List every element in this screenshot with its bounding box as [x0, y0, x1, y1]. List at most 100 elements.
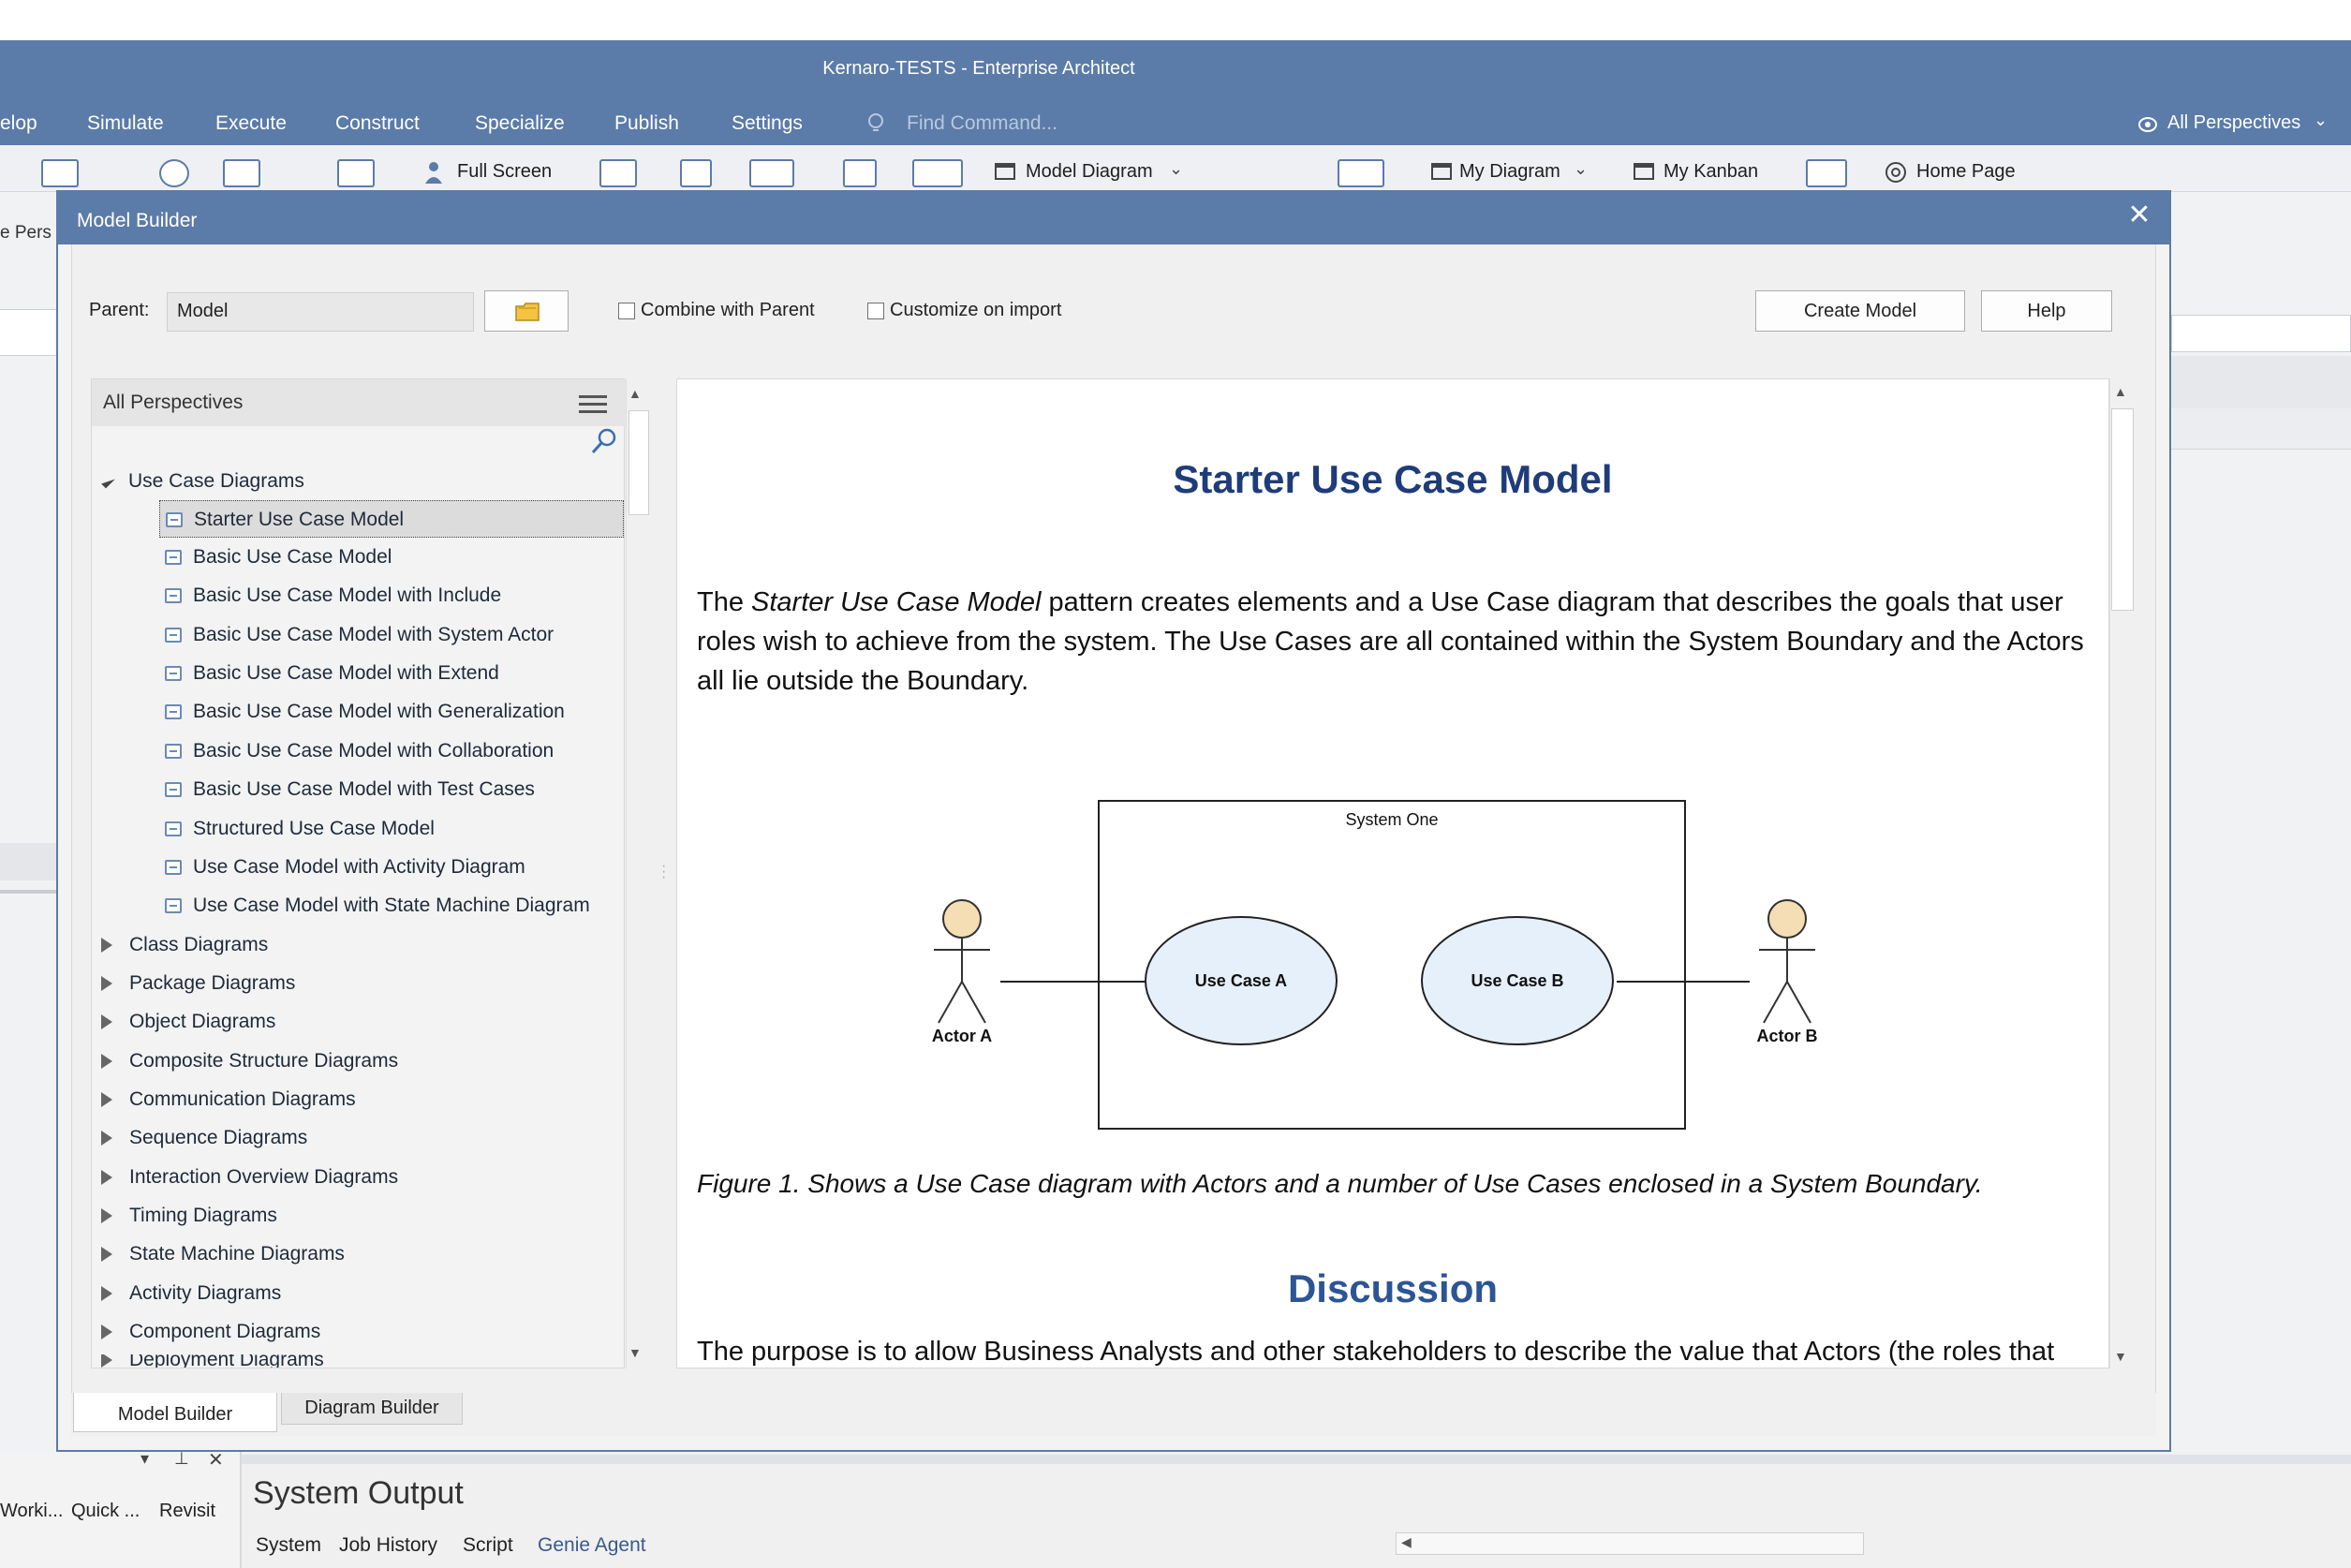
tree-item[interactable]: Basic Use Case Model	[165, 539, 392, 576]
view-icon[interactable]	[1806, 159, 1847, 187]
tree-item[interactable]: Basic Use Case Model with System Actor	[165, 616, 554, 654]
chevron-down-icon[interactable]: ▾	[140, 1449, 149, 1469]
parent-field[interactable]: Model	[167, 292, 474, 332]
window-icon[interactable]	[749, 159, 794, 187]
create-model-button[interactable]: Create Model	[1755, 290, 1965, 332]
tree-item[interactable]: Basic Use Case Model with Extend	[165, 655, 499, 692]
tree-group[interactable]: Deployment Diagrams	[92, 1354, 324, 1368]
frame-icon[interactable]	[912, 159, 963, 187]
collapse-arrow-icon[interactable]	[101, 976, 112, 992]
tree-item[interactable]: Basic Use Case Model with Collaboration	[165, 732, 554, 770]
tab-revisit[interactable]: Revisit	[159, 1501, 215, 1522]
collapse-arrow-icon[interactable]	[101, 1324, 112, 1340]
tree-group-use-case-diagrams[interactable]: Use Case Diagrams	[92, 463, 304, 500]
collapse-arrow-icon[interactable]	[101, 1208, 112, 1224]
chat-icon[interactable]	[843, 159, 877, 187]
tree-group[interactable]: Activity Diagrams	[92, 1275, 281, 1312]
tree-item[interactable]: Basic Use Case Model with Generalization	[165, 693, 565, 731]
collapse-arrow-icon[interactable]	[101, 1054, 112, 1070]
collapse-arrow-icon[interactable]	[101, 1354, 112, 1368]
tree-item[interactable]: Use Case Model with Activity Diagram	[165, 849, 525, 886]
collapse-arrow-icon[interactable]	[101, 1286, 112, 1302]
flask-icon[interactable]	[337, 159, 375, 187]
tree-item[interactable]: Use Case Model with State Machine Diagra…	[165, 887, 590, 925]
tree-item[interactable]: Basic Use Case Model with Include	[165, 577, 501, 614]
tree-scrollbar[interactable]	[626, 378, 652, 1368]
scroll-down-icon[interactable]: ▼	[628, 1345, 642, 1360]
home-icon[interactable]	[223, 159, 260, 187]
tree-group[interactable]: Object Diagrams	[92, 1003, 275, 1041]
tree-item[interactable]: Structured Use Case Model	[165, 810, 435, 848]
tree-group[interactable]: Package Diagrams	[92, 965, 295, 1002]
perspectives-dropdown[interactable]: All Perspectives	[2167, 112, 2300, 134]
list-icon[interactable]	[680, 159, 712, 187]
close-icon[interactable]: ✕	[2117, 193, 2162, 238]
model-diagram-button[interactable]: Model Diagram	[1026, 161, 1153, 183]
collapse-arrow-icon[interactable]	[101, 938, 112, 954]
pencil-icon[interactable]	[1236, 159, 1293, 187]
hamburger-menu-icon[interactable]	[579, 393, 607, 414]
browse-parent-button[interactable]	[484, 290, 569, 332]
tree-group[interactable]: Component Diagrams	[92, 1313, 320, 1351]
menu-specialize[interactable]: Specialize	[475, 112, 565, 135]
tree-group[interactable]: Communication Diagrams	[92, 1081, 356, 1118]
tab-quick-access[interactable]: Quick ...	[71, 1501, 140, 1522]
chevron-down-icon[interactable]: ⌄	[1574, 159, 1588, 179]
customize-on-import-checkbox[interactable]	[867, 303, 884, 319]
layout-icon[interactable]	[41, 159, 79, 187]
chevron-down-icon[interactable]: ⌄	[2314, 111, 2328, 130]
tree-group[interactable]: State Machine Diagrams	[92, 1235, 345, 1273]
menu-settings[interactable]: Settings	[732, 112, 803, 135]
content-scroll-thumb[interactable]	[2111, 408, 2134, 611]
pin-icon[interactable]: ⊥	[174, 1449, 189, 1469]
close-icon[interactable]: ✕	[208, 1448, 224, 1472]
combine-with-parent-checkbox[interactable]	[618, 303, 635, 319]
tab-script[interactable]: Script	[463, 1534, 513, 1557]
tab-genie-agent[interactable]: Genie Agent	[538, 1534, 646, 1557]
collapse-arrow-icon[interactable]	[101, 1170, 112, 1186]
search-icon[interactable]	[590, 427, 618, 455]
scroll-up-icon[interactable]: ▲	[628, 386, 642, 401]
my-diagram-button[interactable]: My Diagram	[1459, 161, 1560, 183]
menu-develop[interactable]: elop	[0, 112, 37, 135]
tree-group[interactable]: Timing Diagrams	[92, 1197, 277, 1235]
menu-construct[interactable]: Construct	[335, 112, 420, 135]
edit-icon[interactable]	[599, 159, 637, 187]
help-button[interactable]: Help	[1981, 290, 2112, 332]
tree-group[interactable]: Interaction Overview Diagrams	[92, 1159, 398, 1196]
home-page-button[interactable]: Home Page	[1916, 161, 2016, 183]
collapse-arrow-icon[interactable]	[101, 1247, 112, 1263]
perspective-selector[interactable]: All Perspectives	[103, 392, 243, 414]
tree-group[interactable]: Sequence Diagrams	[92, 1119, 307, 1157]
my-kanban-button[interactable]: My Kanban	[1663, 161, 1758, 183]
globe-icon[interactable]	[159, 159, 189, 187]
tree-group[interactable]: Composite Structure Diagrams	[92, 1043, 398, 1080]
perspectives-tab[interactable]: e Pers	[0, 223, 52, 244]
tab-model-builder[interactable]: Model Builder	[73, 1393, 277, 1432]
window-icon[interactable]	[1338, 159, 1384, 187]
menu-publish[interactable]: Publish	[614, 112, 679, 135]
right-panel-field[interactable]	[2171, 315, 2351, 352]
menu-execute[interactable]: Execute	[215, 112, 287, 135]
tab-job-history[interactable]: Job History	[339, 1534, 437, 1557]
splitter-grip[interactable]: · · ·	[661, 859, 666, 885]
tab-system[interactable]: System	[256, 1534, 321, 1557]
tree-item[interactable]: Basic Use Case Model with Test Cases	[165, 771, 535, 808]
collapse-arrow-icon[interactable]	[101, 1131, 112, 1146]
full-screen-button[interactable]: Full Screen	[457, 161, 552, 183]
find-command-input[interactable]: Find Command...	[907, 112, 1057, 135]
scroll-down-icon[interactable]: ▼	[2114, 1349, 2127, 1364]
tree-scroll-thumb[interactable]	[628, 410, 649, 515]
collapse-arrow-icon[interactable]	[101, 1014, 112, 1030]
scroll-up-icon[interactable]: ▲	[2114, 384, 2127, 399]
chevron-down-icon[interactable]: ⌄	[1169, 159, 1183, 179]
panel-splitter[interactable]	[242, 1455, 2351, 1464]
menu-simulate[interactable]: Simulate	[87, 112, 164, 135]
tree-item[interactable]: Starter Use Case Model	[159, 500, 624, 538]
tab-working-sets[interactable]: Worki...	[0, 1501, 63, 1522]
collapse-arrow-icon[interactable]	[101, 1092, 112, 1108]
expand-arrow-icon[interactable]	[101, 475, 115, 489]
tree-group[interactable]: Class Diagrams	[92, 926, 268, 964]
tab-diagram-builder[interactable]: Diagram Builder	[281, 1393, 463, 1425]
output-horizontal-scrollbar[interactable]	[1396, 1532, 1864, 1555]
